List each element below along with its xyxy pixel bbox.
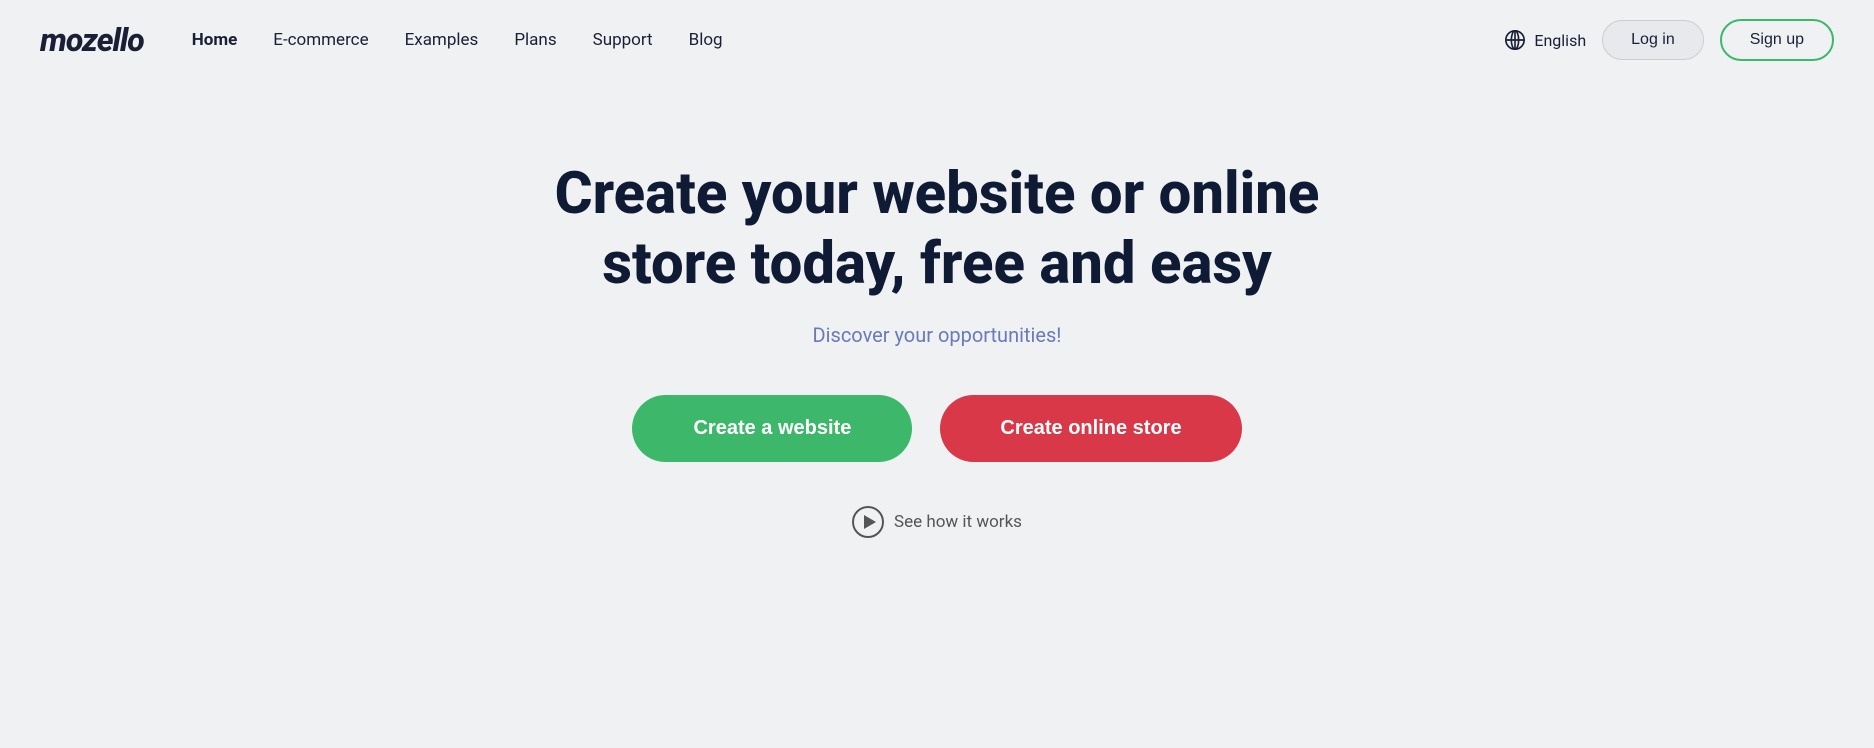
- hero-buttons: Create a website Create online store: [632, 395, 1241, 462]
- hero-subtitle: Discover your opportunities!: [813, 323, 1062, 347]
- play-icon: [852, 506, 884, 538]
- nav-right: English Log in Sign up: [1504, 19, 1834, 61]
- play-triangle: [864, 515, 876, 529]
- globe-icon: [1504, 29, 1526, 51]
- nav-support[interactable]: Support: [593, 30, 653, 50]
- language-selector[interactable]: English: [1504, 29, 1586, 51]
- language-label: English: [1534, 31, 1586, 50]
- nav-ecommerce[interactable]: E-commerce: [273, 30, 368, 50]
- see-how-label: See how it works: [894, 512, 1022, 532]
- nav-home[interactable]: Home: [192, 30, 238, 50]
- nav-plans[interactable]: Plans: [514, 30, 556, 50]
- create-website-button[interactable]: Create a website: [632, 395, 912, 462]
- create-store-button[interactable]: Create online store: [940, 395, 1241, 462]
- nav-examples[interactable]: Examples: [405, 30, 479, 50]
- hero-title: Create your website or online store toda…: [487, 160, 1387, 299]
- logo[interactable]: mozello: [40, 21, 144, 59]
- nav-links: Home E-commerce Examples Plans Support B…: [192, 30, 1505, 50]
- navbar: mozello Home E-commerce Examples Plans S…: [0, 0, 1874, 80]
- nav-blog[interactable]: Blog: [689, 30, 723, 50]
- see-how-link[interactable]: See how it works: [852, 506, 1022, 538]
- login-button[interactable]: Log in: [1602, 20, 1704, 60]
- signup-button[interactable]: Sign up: [1720, 19, 1834, 61]
- hero-section: Create your website or online store toda…: [0, 80, 1874, 598]
